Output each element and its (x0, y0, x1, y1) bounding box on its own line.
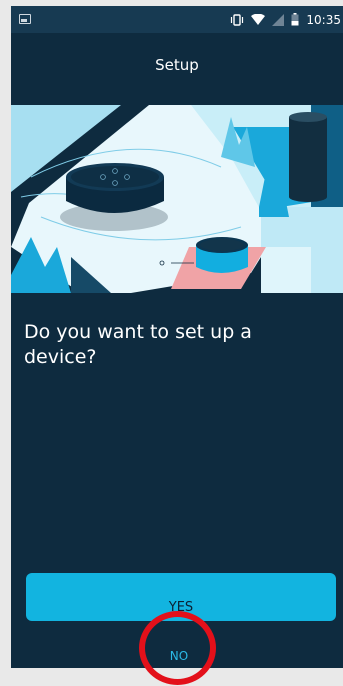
app-bar: Setup (11, 33, 343, 97)
setup-question: Do you want to set up a device? (24, 321, 252, 368)
status-icons: 10:35 (230, 6, 343, 33)
no-button-label: NO (169, 649, 189, 663)
yes-button[interactable]: YES (26, 573, 336, 621)
app-screen: 10:35 Setup Do you want to set up a devi… (11, 6, 343, 668)
no-button[interactable]: NO (141, 634, 217, 666)
page-title: Setup (155, 56, 199, 74)
image-icon (19, 14, 31, 24)
battery-icon (291, 13, 299, 26)
status-time: 10:35 (306, 12, 341, 27)
yes-button-label: YES (168, 599, 194, 615)
status-bar: 10:35 (11, 6, 343, 33)
vibrate-icon (231, 13, 244, 26)
echo-dot-illustration (11, 97, 343, 293)
signal-icon (272, 13, 285, 26)
wifi-icon (251, 13, 266, 25)
